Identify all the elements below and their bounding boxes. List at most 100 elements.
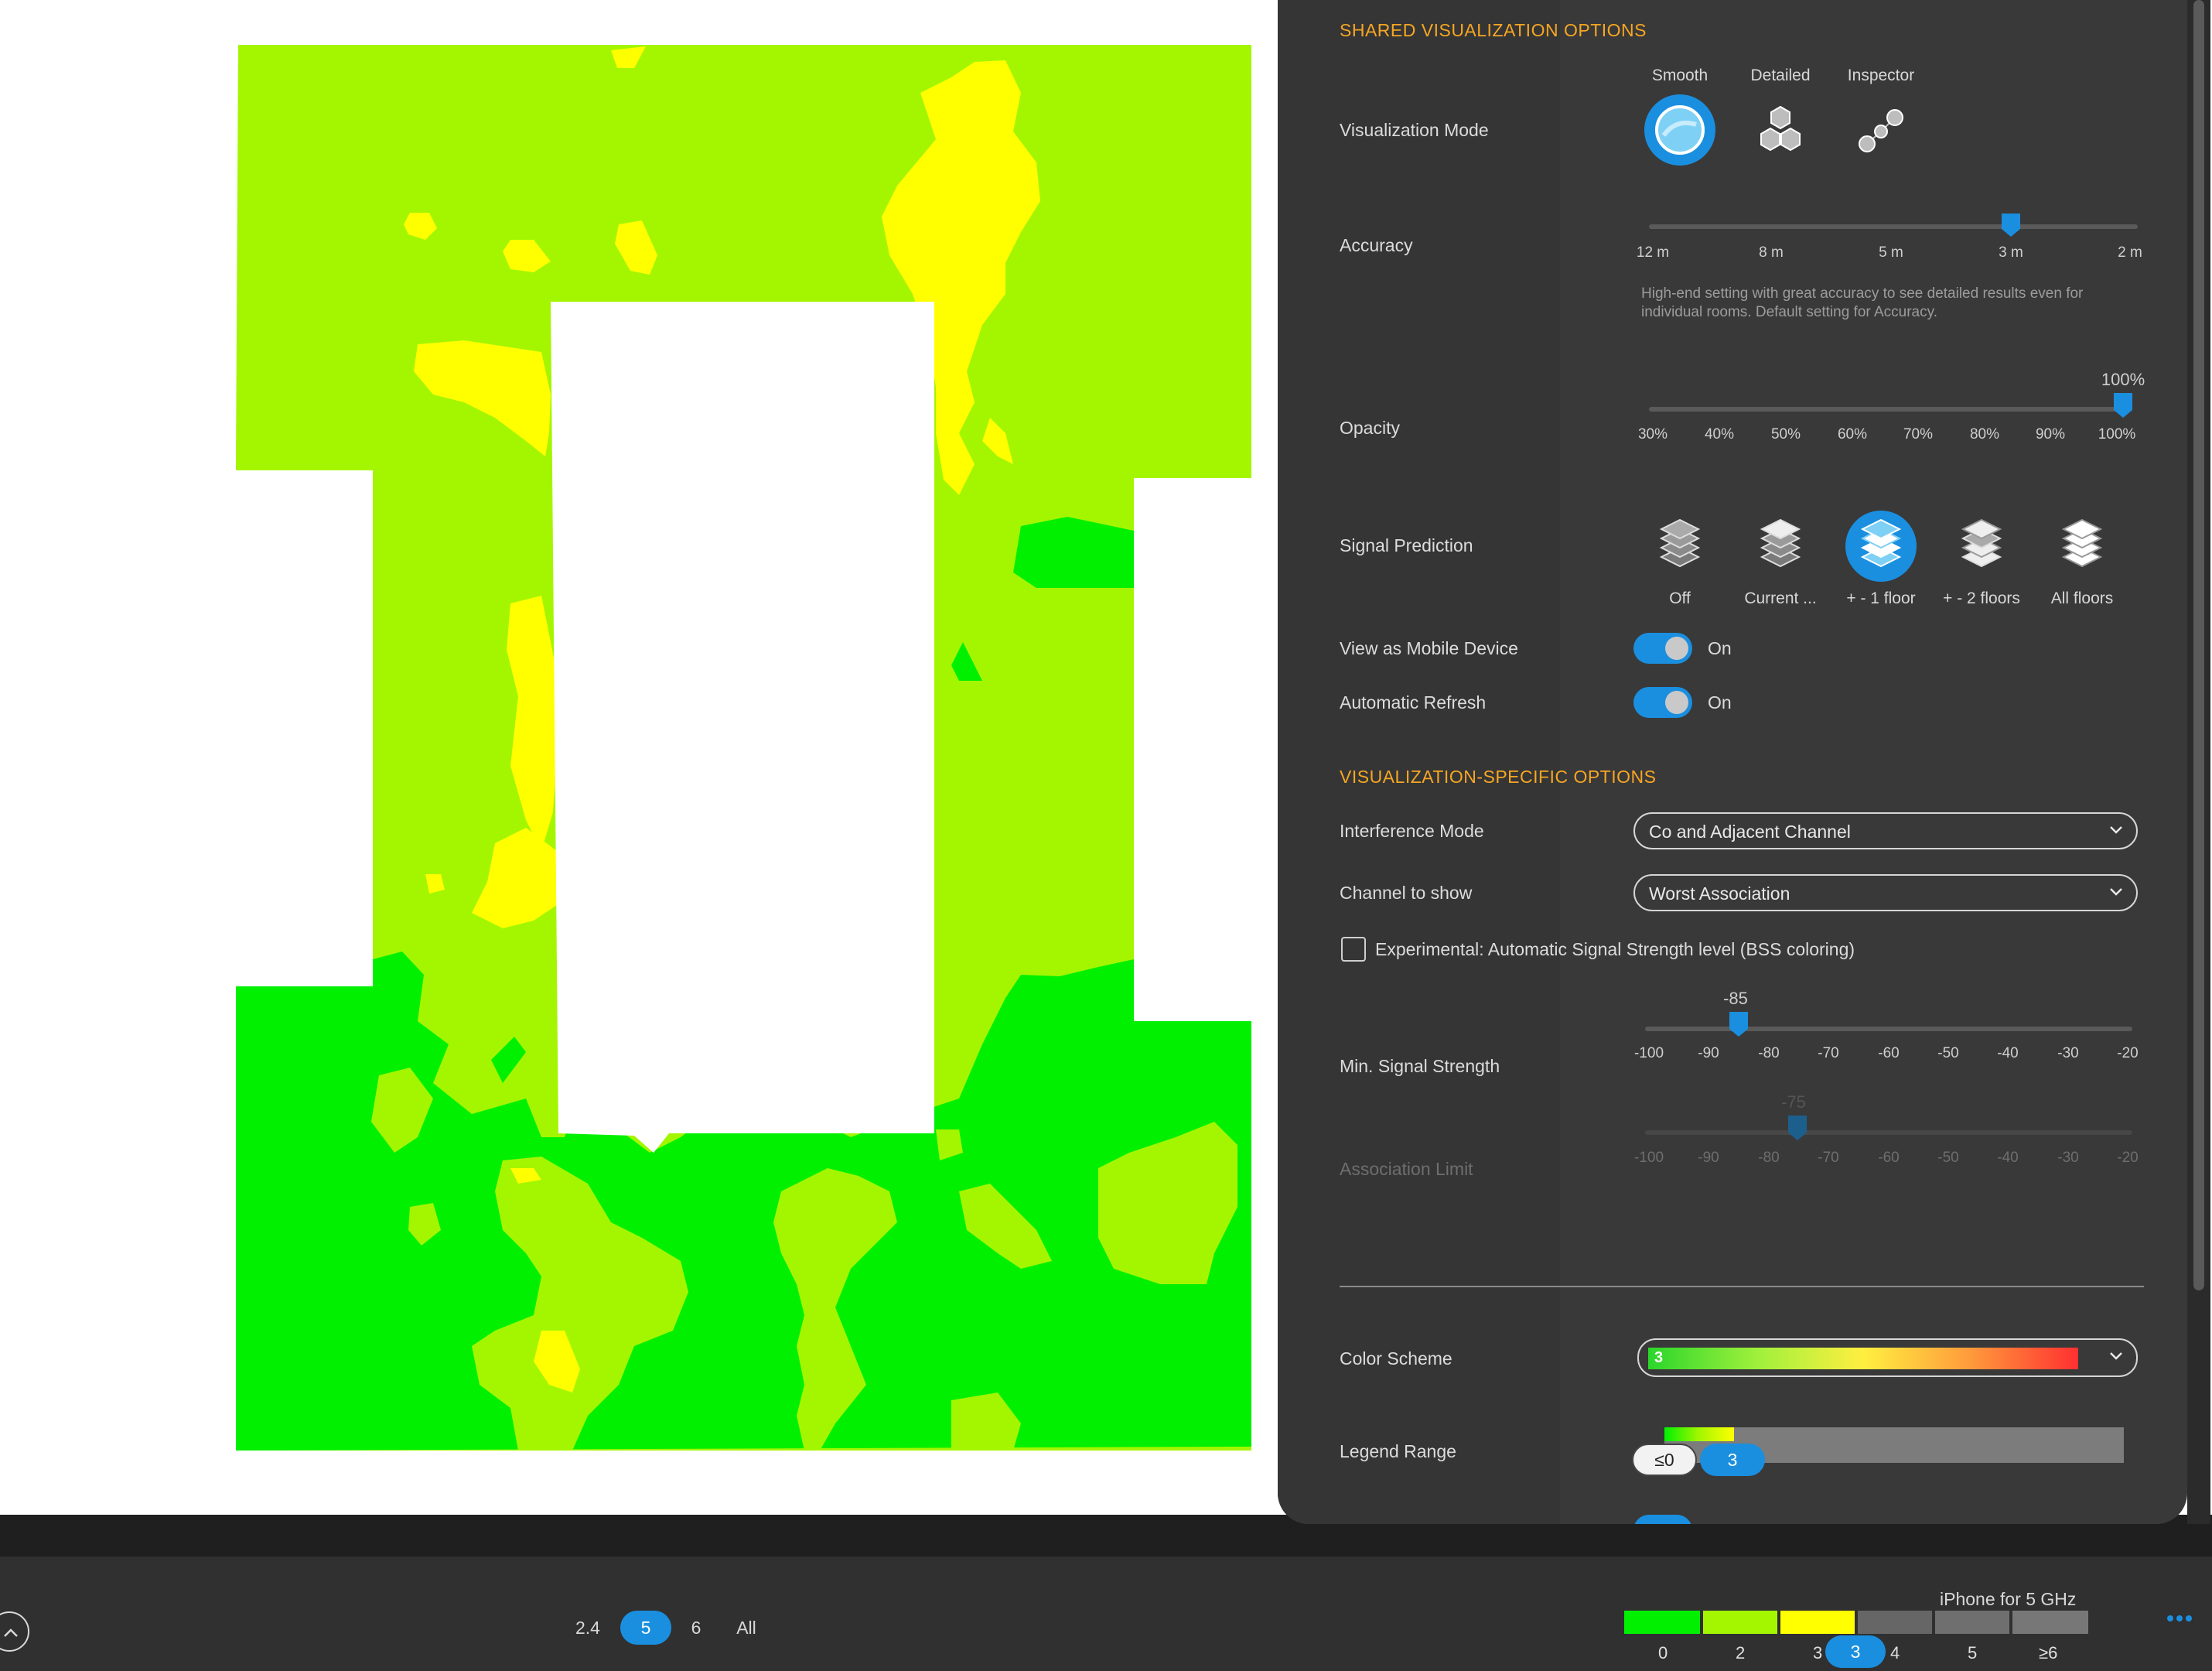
prediction-caption: Off bbox=[1669, 589, 1691, 607]
chevron-up-icon bbox=[4, 1628, 18, 1637]
mode-caption-inspector: Inspector bbox=[1847, 67, 1915, 84]
view-mobile-label: View as Mobile Device bbox=[1340, 638, 1518, 658]
legend-bar bbox=[1624, 1611, 2088, 1634]
association-limit-value-label: -75 bbox=[1781, 1092, 1806, 1112]
band-5[interactable]: 5 bbox=[620, 1611, 671, 1645]
prediction-caption: All floors bbox=[2050, 589, 2114, 607]
opacity-value-label: 100% bbox=[2101, 370, 2145, 389]
signal-prediction-label: Signal Prediction bbox=[1340, 535, 1473, 555]
min-signal-slider-thumb[interactable] bbox=[1728, 1010, 1749, 1037]
association-limit-tick: -30 bbox=[2057, 1150, 2079, 1166]
accuracy-slider-track[interactable] bbox=[1649, 224, 2138, 229]
device-label: iPhone for 5 GHz bbox=[1940, 1589, 2077, 1609]
heatmap-canvas[interactable] bbox=[0, 0, 1284, 1515]
prediction-1floor-button[interactable] bbox=[1845, 511, 1917, 582]
layers-all-icon bbox=[2061, 518, 2103, 568]
legend-tick: 2 bbox=[1736, 1643, 1746, 1662]
panel-label-column bbox=[1278, 0, 1560, 1524]
legend-seg-5 bbox=[1935, 1611, 2009, 1634]
view-mobile-state: On bbox=[1708, 638, 1732, 658]
accuracy-slider-thumb[interactable] bbox=[2000, 212, 2022, 237]
band-6[interactable]: 6 bbox=[681, 1611, 712, 1645]
experimental-checkbox[interactable] bbox=[1341, 937, 1366, 962]
expand-button[interactable] bbox=[0, 1611, 29, 1652]
association-limit-tick: -80 bbox=[1758, 1150, 1780, 1166]
interference-mode-select[interactable]: Co and Adjacent Channel bbox=[1633, 812, 2138, 849]
opacity-label: Opacity bbox=[1340, 418, 1400, 438]
color-scheme-select[interactable]: 3 bbox=[1637, 1338, 2138, 1377]
association-limit-tick: -100 bbox=[1633, 1150, 1664, 1166]
legend-seg-3 bbox=[1780, 1611, 1855, 1634]
view-mobile-toggle[interactable] bbox=[1633, 633, 1692, 664]
opacity-tick: 100% bbox=[2098, 426, 2136, 443]
hexagons-icon bbox=[1760, 105, 1801, 152]
association-limit-tick: -70 bbox=[1818, 1150, 1839, 1166]
association-limit-slider-track bbox=[1645, 1130, 2132, 1135]
interference-mode-value: Co and Adjacent Channel bbox=[1649, 822, 1851, 842]
specific-options-header: VISUALIZATION-SPECIFIC OPTIONS bbox=[1340, 767, 1657, 787]
association-limit-tick: -20 bbox=[2117, 1150, 2139, 1166]
mode-detailed-button[interactable] bbox=[1745, 94, 1816, 166]
prediction-all-button[interactable] bbox=[2046, 511, 2118, 582]
band-all[interactable]: All bbox=[723, 1611, 770, 1645]
auto-refresh-toggle[interactable] bbox=[1633, 687, 1692, 718]
opacity-tick: 30% bbox=[1637, 426, 1668, 443]
legend-tick: 4 bbox=[1890, 1643, 1900, 1662]
legend-tick: 5 bbox=[1968, 1643, 1978, 1662]
legend-seg-2 bbox=[1703, 1611, 1777, 1634]
heatmap-blob-11 bbox=[1013, 517, 1134, 588]
mode-caption-smooth: Smooth bbox=[1651, 67, 1708, 84]
mode-caption-detailed: Detailed bbox=[1750, 67, 1811, 84]
auto-refresh-label: Automatic Refresh bbox=[1340, 692, 1487, 712]
legend-marker[interactable]: 3 bbox=[1825, 1635, 1886, 1668]
min-signal-tick: -60 bbox=[1878, 1045, 1900, 1061]
prediction-current-button[interactable] bbox=[1745, 511, 1816, 582]
min-signal-tick: -100 bbox=[1633, 1045, 1664, 1061]
prediction-off-button[interactable] bbox=[1644, 511, 1715, 582]
more-dots-icon[interactable] bbox=[2166, 1611, 2197, 1626]
chevron-down-icon bbox=[2110, 1352, 2122, 1360]
min-signal-tick: -80 bbox=[1758, 1045, 1780, 1061]
min-signal-tick: -40 bbox=[1997, 1045, 2019, 1061]
min-signal-label: Min. Signal Strength bbox=[1340, 1056, 1500, 1076]
legend-range-max[interactable]: 3 bbox=[1700, 1444, 1765, 1476]
min-signal-tick: -50 bbox=[1937, 1045, 1959, 1061]
association-limit-tick: -90 bbox=[1698, 1150, 1719, 1166]
layers-selected-icon bbox=[1860, 518, 1902, 568]
panel-scrollbar-thumb[interactable] bbox=[2193, 0, 2204, 1290]
channel-to-show-label: Channel to show bbox=[1340, 883, 1473, 903]
color-scheme-label: Color Scheme bbox=[1340, 1348, 1452, 1369]
panel-divider bbox=[1340, 1286, 2144, 1287]
interference-mode-label: Interference Mode bbox=[1340, 821, 1484, 841]
layers-current-icon bbox=[1760, 518, 1801, 568]
band-2-4[interactable]: 2.4 bbox=[565, 1611, 611, 1645]
association-limit-tick: -40 bbox=[1997, 1150, 2019, 1166]
legend-range-min[interactable]: ≤0 bbox=[1632, 1444, 1697, 1476]
accuracy-note: High-end setting with great accuracy to … bbox=[1641, 285, 2084, 320]
mode-smooth-button[interactable] bbox=[1644, 94, 1715, 166]
opacity-slider-thumb[interactable] bbox=[2112, 391, 2134, 418]
bottom-bar: 2.4 5 6 All iPhone for 5 GHz 0 2 3 4 5 ≥… bbox=[0, 1515, 2212, 1671]
legend-tick: ≥6 bbox=[2039, 1643, 2058, 1662]
min-signal-slider-track[interactable] bbox=[1645, 1027, 2132, 1031]
prediction-2floors-button[interactable] bbox=[1946, 511, 2017, 582]
heatmap-svg bbox=[236, 45, 1251, 1451]
opacity-slider-track[interactable] bbox=[1649, 407, 2132, 412]
prediction-caption: + - 1 floor bbox=[1846, 589, 1916, 607]
legend-seg-4 bbox=[1858, 1611, 1932, 1634]
mode-inspector-button[interactable] bbox=[1845, 94, 1917, 166]
association-limit-tick: -60 bbox=[1878, 1150, 1900, 1166]
min-signal-tick: -70 bbox=[1818, 1045, 1839, 1061]
association-limit-tick: -50 bbox=[1937, 1150, 1959, 1166]
accuracy-tick: 2 m bbox=[2118, 244, 2142, 261]
layers-2floors-icon bbox=[1961, 518, 2002, 568]
channel-to-show-select[interactable]: Worst Association bbox=[1633, 874, 2138, 911]
opacity-tick: 40% bbox=[1704, 426, 1735, 443]
layers-off-icon bbox=[1659, 518, 1701, 568]
legend-seg-0 bbox=[1624, 1611, 1700, 1634]
visualization-settings-panel: SHARED VISUALIZATION OPTIONS Visualizati… bbox=[1278, 0, 2187, 1524]
association-limit-slider-thumb bbox=[1787, 1114, 1808, 1140]
cutoff-toggle[interactable] bbox=[1633, 1515, 1692, 1524]
band-selector: 2.4 5 6 All bbox=[565, 1611, 781, 1645]
prediction-caption: Current ... bbox=[1744, 589, 1817, 607]
